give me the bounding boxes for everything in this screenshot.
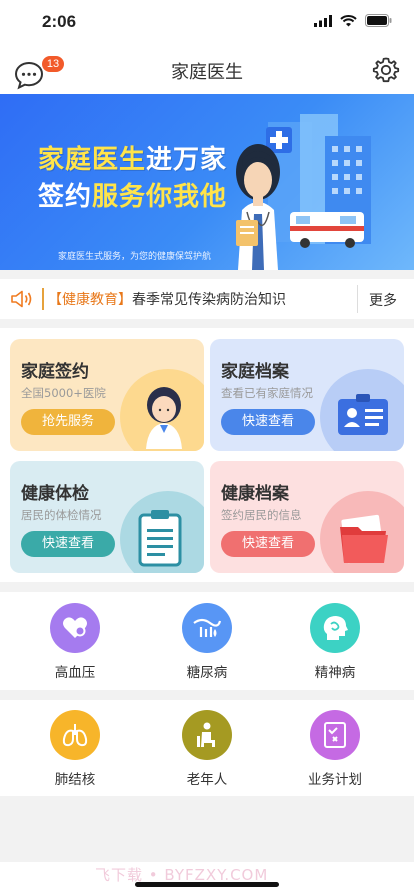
card-art: [120, 369, 204, 451]
glucose-icon-wrap: [182, 603, 232, 653]
service-label: 糖尿病: [186, 665, 228, 681]
card-subtitle: 签约居民的信息: [221, 508, 302, 522]
folder-icon: [340, 514, 388, 564]
card-family-signing[interactable]: 家庭签约 全国5000+医院 抢先服务: [10, 339, 204, 451]
service-label: 肺结核: [54, 772, 96, 788]
lungs-icon-wrap: [50, 710, 100, 760]
card-title: 健康档案: [221, 484, 289, 504]
brain-icon-wrap: [310, 603, 360, 653]
status-bar: 2:06: [0, 0, 414, 46]
quick-view-button[interactable]: 快速查看: [221, 409, 315, 435]
notice-divider: [42, 288, 44, 310]
service-tuberculosis[interactable]: 肺结核: [15, 710, 135, 788]
speaker-icon: [11, 290, 32, 308]
plan-icon: [324, 722, 346, 748]
card-title: 家庭签约: [21, 362, 89, 382]
announcement-bar[interactable]: 【健康教育】春季常见传染病防治知识 更多: [0, 279, 414, 319]
notice-headline: 春季常见传染病防治知识: [132, 292, 286, 308]
promo-banner[interactable]: 家庭医生进万家 签约服务你我他 家庭医生式服务，为您的健康保驾护航: [0, 94, 414, 270]
nav-bar: 13 家庭医生: [0, 46, 414, 94]
service-label: 精神病: [314, 665, 356, 681]
notice-separator: [357, 285, 358, 313]
more-link[interactable]: 更多: [369, 290, 397, 310]
card-title: 家庭档案: [221, 362, 289, 382]
notice-tag: 【健康教育】: [48, 292, 132, 308]
elderly-icon: [197, 722, 215, 747]
heart-icon-wrap: [50, 603, 100, 653]
rush-service-button[interactable]: 抢先服务: [21, 409, 115, 435]
service-business-plan[interactable]: 业务计划: [275, 710, 395, 788]
card-health-checkup[interactable]: 健康体检 居民的体检情况 快速查看: [10, 461, 204, 573]
chronic-services-row-1: 高血压 糖尿病 精神病: [0, 592, 414, 690]
card-art: [120, 491, 204, 573]
glucose-icon: [193, 618, 222, 637]
quick-view-button[interactable]: 快速查看: [221, 531, 315, 557]
status-icons: [314, 14, 392, 27]
quick-view-button[interactable]: 快速查看: [21, 531, 115, 557]
gear-icon[interactable]: [372, 56, 400, 84]
card-subtitle: 居民的体检情况: [21, 508, 102, 522]
status-time: 2:06: [42, 12, 77, 31]
card-art: [320, 369, 404, 451]
wifi-icon: [340, 14, 357, 26]
id-card-icon: [338, 394, 388, 435]
service-hypertension[interactable]: 高血压: [15, 603, 135, 681]
signal-icon: [314, 14, 332, 27]
brain-icon: [323, 616, 348, 640]
service-diabetes[interactable]: 糖尿病: [147, 603, 267, 681]
card-family-records[interactable]: 家庭档案 查看已有家庭情况 快速查看: [210, 339, 404, 451]
chronic-services-row-2: 肺结核 老年人 业务计划: [0, 700, 414, 796]
doctor-avatar-icon: [146, 387, 182, 449]
service-label: 高血压: [54, 665, 96, 681]
service-elderly[interactable]: 老年人: [147, 710, 267, 788]
card-subtitle: 查看已有家庭情况: [221, 386, 313, 400]
banner-headline-1: 家庭医生进万家: [38, 145, 228, 175]
service-label: 老年人: [186, 772, 228, 788]
notice-text[interactable]: 【健康教育】春季常见传染病防治知识: [48, 289, 286, 309]
home-indicator[interactable]: [135, 882, 279, 887]
card-title: 健康体检: [21, 484, 89, 504]
plan-icon-wrap: [310, 710, 360, 760]
banner-subtitle: 家庭医生式服务，为您的健康保驾护航: [58, 252, 212, 262]
card-health-records[interactable]: 健康档案 签约居民的信息 快速查看: [210, 461, 404, 573]
feature-cards: 家庭签约 全国5000+医院 抢先服务 家庭档案 查看已有家庭情况 快速查看 健…: [0, 328, 414, 582]
banner-headline-2: 签约服务你我他: [38, 182, 228, 212]
lungs-icon: [62, 724, 88, 747]
battery-icon: [365, 14, 392, 27]
heart-icon: [63, 617, 87, 638]
page-title: 家庭医生: [171, 62, 243, 83]
card-subtitle: 全国5000+医院: [21, 386, 106, 400]
clipboard-icon: [138, 510, 182, 567]
elderly-icon-wrap: [182, 710, 232, 760]
service-label: 业务计划: [308, 772, 362, 788]
card-art: [320, 491, 404, 573]
service-mental-illness[interactable]: 精神病: [275, 603, 395, 681]
